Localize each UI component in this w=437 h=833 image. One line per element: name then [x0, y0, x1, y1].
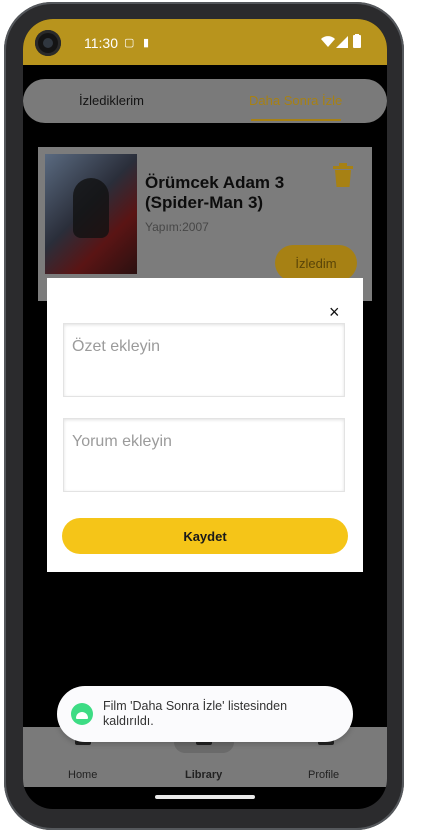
status-bar: 11:30 ▢ ▮ — [23, 19, 387, 65]
android-icon — [71, 703, 93, 725]
movie-poster — [45, 154, 137, 274]
comment-field[interactable]: Yorum ekleyin — [63, 418, 345, 492]
watched-button[interactable]: İzledim — [275, 245, 357, 281]
toast-message: Film 'Daha Sonra İzle' listesinden kaldı… — [103, 699, 288, 728]
nav-home[interactable]: Home — [68, 769, 97, 781]
status-time: 11:30 — [84, 35, 118, 51]
toast-notification: Film 'Daha Sonra İzle' listesinden kaldı… — [57, 686, 353, 742]
sd-card-icon: ▮ — [143, 37, 150, 49]
summary-placeholder: Özet ekleyin — [72, 338, 161, 355]
nav-profile[interactable]: Profile — [308, 769, 339, 781]
active-tab-indicator — [251, 119, 341, 121]
comment-placeholder: Yorum ekleyin — [72, 433, 172, 450]
library-tabs: İzlediklerim Daha Sonra İzle — [23, 79, 387, 123]
home-indicator[interactable] — [155, 795, 255, 799]
tab-watch-later[interactable]: Daha Sonra İzle — [249, 93, 342, 108]
front-camera — [35, 30, 61, 56]
nav-library[interactable]: Library — [185, 769, 222, 781]
add-review-dialog: × Özet ekleyin Yorum ekleyin Kaydet — [47, 278, 363, 572]
wifi-icon — [321, 36, 335, 47]
trash-icon[interactable] — [332, 163, 354, 187]
signal-icon — [336, 36, 348, 48]
screen: 11:30 ▢ ▮ İzlediklerim Daha Sonra İzle Ö… — [23, 19, 387, 809]
movie-title: Örümcek Adam 3 (Spider-Man 3) — [145, 173, 285, 212]
screenshot-icon: ▢ — [124, 37, 135, 49]
save-button[interactable]: Kaydet — [62, 518, 348, 554]
movie-year: Yapım:2007 — [145, 220, 209, 234]
tab-watched[interactable]: İzlediklerim — [79, 93, 144, 108]
close-icon[interactable]: × — [329, 302, 345, 322]
battery-icon — [353, 34, 361, 48]
summary-field[interactable]: Özet ekleyin — [63, 323, 345, 397]
